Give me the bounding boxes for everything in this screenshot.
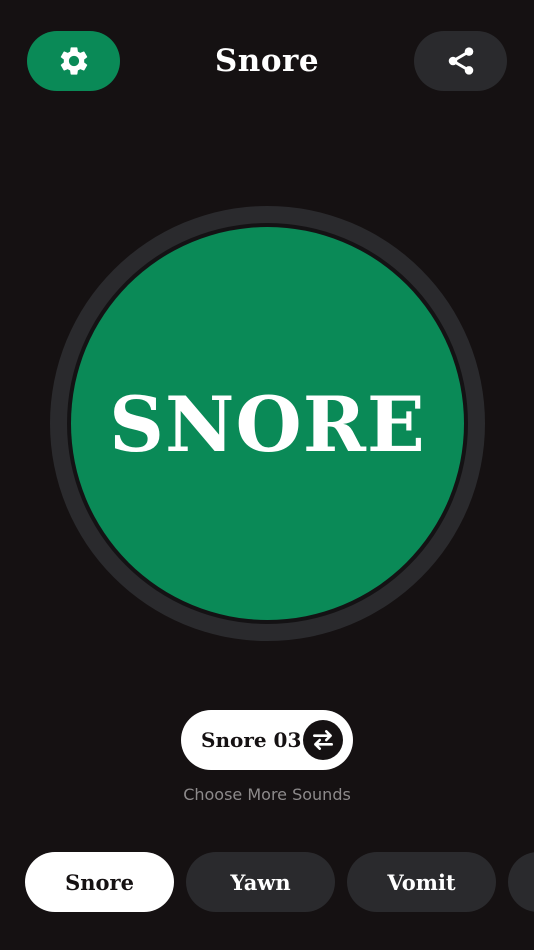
- sound-selector[interactable]: Snore 03: [181, 710, 353, 770]
- tab-snore[interactable]: Snore: [25, 852, 174, 912]
- app-screen: Snore SNORE Snore 03 Choose More Sounds …: [0, 0, 534, 950]
- swap-icon[interactable]: [303, 720, 343, 760]
- sound-category-tabs: Snore Yawn Vomit: [0, 852, 534, 912]
- choose-more-sounds-link[interactable]: Choose More Sounds: [117, 785, 417, 805]
- page-title: Snore: [214, 43, 320, 79]
- tab-yawn[interactable]: Yawn: [186, 852, 335, 912]
- selected-sound-label: Snore 03: [201, 728, 302, 752]
- tab-more-partial[interactable]: [508, 852, 534, 912]
- play-sound-button[interactable]: SNORE: [71, 227, 464, 620]
- share-icon: [445, 45, 477, 77]
- share-button[interactable]: [414, 31, 507, 91]
- tab-vomit[interactable]: Vomit: [347, 852, 496, 912]
- settings-button[interactable]: [27, 31, 120, 91]
- play-sound-label: SNORE: [109, 379, 426, 469]
- gear-icon: [57, 44, 91, 78]
